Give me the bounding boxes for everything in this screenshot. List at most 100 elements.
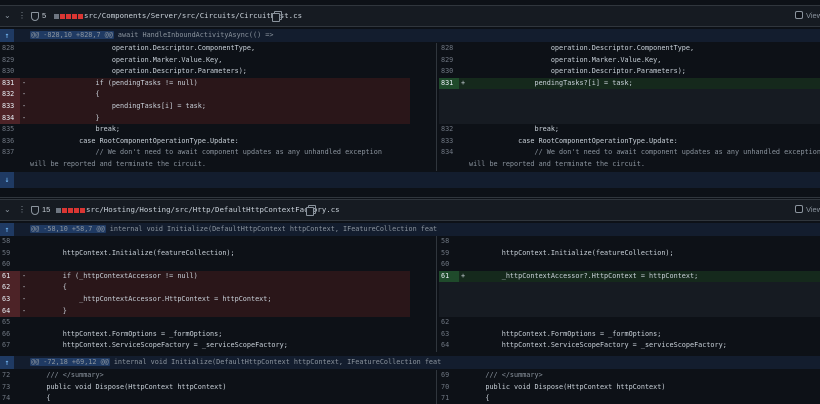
- line-number[interactable]: 63: [0, 294, 20, 306]
- viewed-checkbox[interactable]: Viewed: [795, 205, 820, 215]
- hunk-text: @@ -58,10 +58,7 @@ internal void Initial…: [30, 223, 437, 236]
- line-number[interactable]: 834: [439, 147, 459, 159]
- old-line: 59 httpContext.Initialize(featureCollect…: [0, 248, 410, 260]
- line-number[interactable]: 71: [439, 393, 459, 404]
- code-line: public void Dispose(HttpContext httpCont…: [30, 382, 227, 391]
- kebab-icon[interactable]: ⋮: [18, 11, 26, 20]
- line-number[interactable]: 72: [0, 370, 20, 382]
- new-line: 58: [439, 236, 820, 248]
- file-gap: [0, 188, 820, 198]
- line-number[interactable]: 832: [439, 124, 459, 136]
- diff-row: 830 operation.Descriptor.Parameters); 830…: [0, 66, 820, 78]
- diff-row: 60 60: [0, 259, 820, 271]
- deletion-marker: -: [22, 113, 27, 122]
- line-number[interactable]: 828: [439, 43, 459, 55]
- code-line: pendingTasks?[i] = task;: [469, 78, 633, 87]
- line-number[interactable]: 831: [439, 77, 459, 90]
- line-number[interactable]: 69: [439, 370, 459, 382]
- line-number[interactable]: 62: [0, 282, 20, 294]
- split-divider: [436, 43, 437, 55]
- line-number[interactable]: 66: [0, 329, 20, 341]
- expand-up-icon[interactable]: ↑: [0, 29, 14, 42]
- code-line: httpContext.ServiceScopeFactory = _servi…: [469, 341, 727, 350]
- line-number[interactable]: 61: [439, 270, 459, 283]
- deletion-marker: -: [22, 283, 27, 292]
- diffstat-block: [74, 208, 79, 213]
- line-number[interactable]: 64: [439, 340, 459, 352]
- split-divider: [436, 305, 437, 318]
- line-number[interactable]: 60: [439, 259, 459, 271]
- code-line: will be reported and terminate the circu…: [469, 160, 645, 168]
- expand-bar: ↓: [0, 172, 820, 188]
- line-number[interactable]: 59: [0, 248, 20, 260]
- line-number[interactable]: 830: [0, 66, 20, 78]
- new-line: 832 break;: [439, 124, 820, 136]
- line-number[interactable]: 836: [0, 136, 20, 148]
- line-number[interactable]: 830: [439, 66, 459, 78]
- line-number[interactable]: 834: [0, 112, 20, 125]
- line-number[interactable]: 835: [0, 124, 20, 136]
- line-number[interactable]: 62: [439, 317, 459, 329]
- line-number[interactable]: 829: [0, 55, 20, 67]
- line-number[interactable]: 833: [0, 101, 20, 113]
- hunk-text: @@ -828,10 +828,7 @@ await HandleInbound…: [30, 29, 273, 42]
- expand-down-icon[interactable]: ↓: [0, 172, 14, 188]
- line-number[interactable]: 833: [439, 136, 459, 148]
- diff-row: 832- {: [0, 89, 820, 101]
- chevron-down-icon[interactable]: ⌄: [4, 205, 13, 214]
- expand-up-icon[interactable]: ↑: [0, 223, 14, 236]
- new-line: [439, 89, 820, 101]
- diffstat-bars: [56, 208, 85, 213]
- line-number[interactable]: 61: [0, 270, 20, 283]
- new-line: 59 httpContext.Initialize(featureCollect…: [439, 248, 820, 260]
- line-number[interactable]: 64: [0, 305, 20, 318]
- old-line: 67 httpContext.ServiceScopeFactory = _se…: [0, 340, 410, 352]
- line-number[interactable]: 70: [439, 382, 459, 394]
- line-number[interactable]: 829: [439, 55, 459, 67]
- viewed-checkbox[interactable]: Viewed: [795, 11, 820, 21]
- line-number[interactable]: 73: [0, 382, 20, 394]
- line-number[interactable]: 67: [0, 340, 20, 352]
- line-number[interactable]: 63: [439, 329, 459, 341]
- shield-icon: [31, 206, 39, 215]
- split-divider: [436, 282, 437, 294]
- split-divider: [436, 247, 437, 260]
- copy-icon[interactable]: [306, 205, 316, 216]
- old-line: 830 operation.Descriptor.Parameters);: [0, 66, 410, 78]
- file-path[interactable]: src/Components/Server/src/Circuits/Circu…: [84, 11, 302, 21]
- code-line: operation.Marker.Value.Key,: [30, 55, 223, 64]
- split-divider: [436, 89, 437, 101]
- line-number[interactable]: 58: [0, 236, 20, 248]
- diff-row: 833- pendingTasks[i] = task;: [0, 101, 820, 113]
- old-line: 65: [0, 317, 410, 329]
- line-number[interactable]: 74: [0, 393, 20, 404]
- diff-row: 64- }: [0, 305, 820, 318]
- line-number[interactable]: 828: [0, 43, 20, 55]
- old-line: 835 break;: [0, 124, 410, 136]
- code-line: // We don't need to await component upda…: [30, 148, 382, 157]
- line-number[interactable]: 832: [0, 89, 20, 101]
- line-number[interactable]: 58: [439, 236, 459, 248]
- line-number[interactable]: 60: [0, 259, 20, 271]
- line-number[interactable]: 65: [0, 317, 20, 329]
- code-line: operation.Descriptor.Parameters);: [469, 67, 686, 76]
- code-line: operation.Descriptor.Parameters);: [30, 67, 247, 76]
- expand-up-icon[interactable]: ↑: [0, 356, 14, 369]
- line-number[interactable]: 59: [439, 248, 459, 260]
- diff-row: 62- {: [0, 282, 820, 294]
- new-line: 70 public void Dispose(HttpContext httpC…: [439, 382, 820, 394]
- code-line: httpContext.Initialize(featureCollection…: [30, 248, 235, 257]
- diff-row: 59 httpContext.Initialize(featureCollect…: [0, 247, 820, 260]
- kebab-icon[interactable]: ⋮: [18, 205, 26, 214]
- file-path[interactable]: src/Hosting/Hosting/src/Http/DefaultHttp…: [86, 205, 340, 215]
- split-divider: [436, 259, 437, 271]
- line-number[interactable]: 837: [0, 147, 20, 159]
- copy-icon[interactable]: [272, 11, 282, 22]
- line-number[interactable]: 831: [0, 77, 20, 90]
- code-line: /// </summary>: [469, 371, 543, 379]
- old-line: 60: [0, 259, 410, 271]
- chevron-down-icon[interactable]: ⌄: [4, 11, 13, 20]
- old-line: 832- {: [0, 89, 410, 101]
- checkbox-icon[interactable]: [795, 205, 803, 213]
- checkbox-icon[interactable]: [795, 11, 803, 19]
